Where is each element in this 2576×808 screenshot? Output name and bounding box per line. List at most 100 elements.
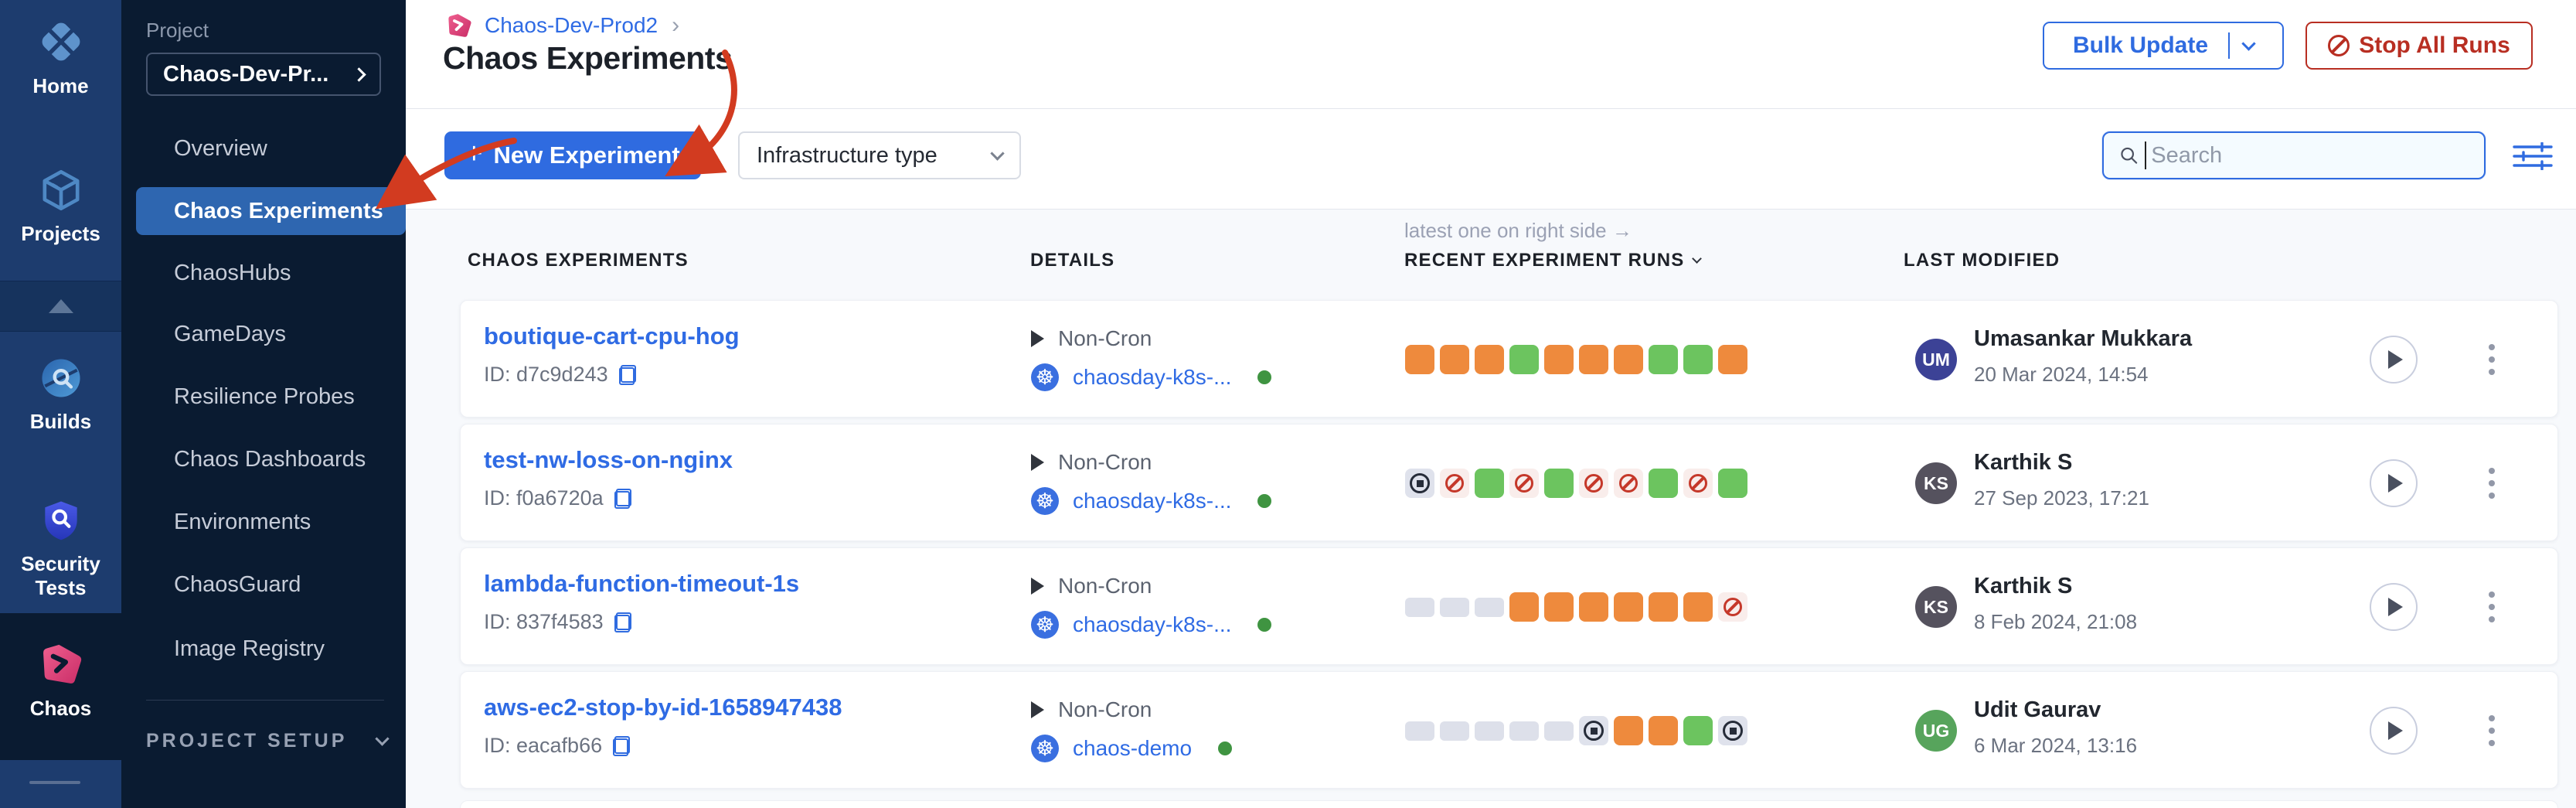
experiment-name-link[interactable]: aws-ec2-stop-by-id-1658947438 — [484, 694, 842, 721]
infrastructure-link[interactable]: chaos-demo — [1073, 736, 1192, 761]
run-status-stopped[interactable] — [1718, 716, 1747, 745]
run-status-failed[interactable] — [1718, 592, 1747, 622]
run-status-orange[interactable] — [1544, 345, 1574, 374]
avatar: KS — [1915, 462, 1957, 504]
sidebar-item-overview[interactable]: Overview — [174, 128, 390, 169]
project-selector[interactable]: Chaos-Dev-Pr... — [146, 53, 381, 96]
run-status-orange[interactable] — [1475, 345, 1504, 374]
run-experiment-button[interactable] — [2370, 336, 2418, 384]
project-setup-toggle[interactable]: PROJECT SETUP — [146, 730, 387, 752]
filter-icon[interactable] — [2513, 142, 2553, 170]
run-status-orange[interactable] — [1649, 716, 1678, 745]
run-status-empty[interactable] — [1475, 721, 1504, 741]
bulk-update-button[interactable]: Bulk Update — [2043, 22, 2284, 70]
search-box — [2102, 131, 2486, 179]
run-status-failed[interactable] — [1509, 469, 1539, 498]
ban-icon — [1724, 598, 1742, 616]
run-status-orange[interactable] — [1614, 592, 1643, 622]
breadcrumb-project-link[interactable]: Chaos-Dev-Prod2 — [485, 13, 658, 38]
sidebar-item-image-registry[interactable]: Image Registry — [174, 629, 390, 669]
infrastructure-link[interactable]: chaosday-k8s-... — [1073, 612, 1231, 637]
infrastructure-type-dropdown[interactable]: Infrastructure type — [738, 131, 1021, 179]
run-status-orange[interactable] — [1718, 345, 1747, 374]
run-status-empty[interactable] — [1475, 598, 1504, 617]
run-status-failed[interactable] — [1683, 469, 1713, 498]
sidebar-item-chaoshubs[interactable]: ChaosHubs — [174, 253, 390, 293]
rail-module-builds[interactable]: Builds — [0, 354, 121, 434]
run-status-green[interactable] — [1649, 345, 1678, 374]
run-status-orange[interactable] — [1649, 592, 1678, 622]
run-status-failed[interactable] — [1614, 469, 1643, 498]
stop-all-runs-button[interactable]: Stop All Runs — [2305, 22, 2533, 70]
run-status-empty[interactable] — [1544, 721, 1574, 741]
run-status-orange[interactable] — [1579, 345, 1608, 374]
column-header-recent-runs[interactable]: RECENT EXPERIMENT RUNS — [1404, 250, 1700, 271]
run-status-orange[interactable] — [1579, 592, 1608, 622]
rail-module-projects[interactable]: Projects — [0, 166, 121, 246]
new-experiment-button[interactable]: + New Experiment — [444, 131, 701, 179]
schedule-type: Non-Cron — [1058, 450, 1152, 475]
run-status-orange[interactable] — [1614, 345, 1643, 374]
avatar: KS — [1915, 586, 1957, 628]
run-status-green[interactable] — [1475, 469, 1504, 498]
row-menu-button[interactable] — [2476, 585, 2507, 629]
infrastructure-link[interactable]: chaosday-k8s-... — [1073, 489, 1231, 513]
rail-module-chaos[interactable]: Chaos — [0, 613, 121, 760]
projects-icon — [37, 166, 85, 214]
rail-divider — [29, 781, 80, 784]
copy-icon[interactable] — [619, 365, 636, 385]
run-status-failed[interactable] — [1440, 469, 1469, 498]
infra-status-dot — [1257, 494, 1271, 508]
avatar: UG — [1915, 710, 1957, 752]
row-menu-button[interactable] — [2476, 708, 2507, 753]
chevron-down-icon — [2241, 36, 2255, 50]
rail-label-projects: Projects — [0, 222, 121, 246]
sidebar-item-chaos-experiments[interactable]: Chaos Experiments — [174, 191, 390, 231]
run-status-stopped[interactable] — [1405, 469, 1434, 498]
row-menu-button[interactable] — [2476, 337, 2507, 382]
search-input[interactable] — [2151, 143, 2470, 169]
row-menu-button[interactable] — [2476, 461, 2507, 506]
rail-module-security-tests[interactable]: Security Tests — [0, 496, 121, 600]
run-experiment-button[interactable] — [2370, 583, 2418, 631]
chevron-right-icon — [352, 67, 366, 81]
copy-icon[interactable] — [614, 489, 631, 509]
sidebar-item-chaos-dashboards[interactable]: Chaos Dashboards — [174, 439, 390, 479]
sidebar-item-chaosguard[interactable]: ChaosGuard — [174, 564, 390, 605]
sidebar-item-environments[interactable]: Environments — [174, 502, 390, 542]
run-status-orange[interactable] — [1683, 592, 1713, 622]
run-status-green[interactable] — [1683, 345, 1713, 374]
copy-icon[interactable] — [614, 612, 631, 632]
run-status-empty[interactable] — [1440, 598, 1469, 617]
run-status-green[interactable] — [1544, 469, 1574, 498]
run-status-empty[interactable] — [1509, 721, 1539, 741]
rail-module-home[interactable]: Home — [0, 17, 121, 98]
run-status-orange[interactable] — [1614, 716, 1643, 745]
run-status-stopped[interactable] — [1579, 716, 1608, 745]
run-status-green[interactable] — [1649, 469, 1678, 498]
run-experiment-button[interactable] — [2370, 459, 2418, 507]
run-status-orange[interactable] — [1544, 592, 1574, 622]
page-title: Chaos Experiments — [443, 40, 732, 77]
project-setup-label: PROJECT SETUP — [146, 730, 377, 752]
run-status-green[interactable] — [1718, 469, 1747, 498]
run-experiment-button[interactable] — [2370, 707, 2418, 755]
run-status-failed[interactable] — [1579, 469, 1608, 498]
run-status-empty[interactable] — [1405, 721, 1434, 741]
sidebar-item-resilience-probes[interactable]: Resilience Probes — [174, 377, 390, 417]
experiment-name-link[interactable]: test-nw-loss-on-nginx — [484, 446, 733, 474]
experiment-name-link[interactable]: boutique-cart-cpu-hog — [484, 322, 740, 350]
sidebar-item-gamedays[interactable]: GameDays — [174, 314, 390, 354]
run-status-orange[interactable] — [1509, 592, 1539, 622]
run-status-green[interactable] — [1509, 345, 1539, 374]
run-status-orange[interactable] — [1405, 345, 1434, 374]
run-status-orange[interactable] — [1440, 345, 1469, 374]
infrastructure-link[interactable]: chaosday-k8s-... — [1073, 365, 1231, 390]
run-status-empty[interactable] — [1440, 721, 1469, 741]
run-status-green[interactable] — [1683, 716, 1713, 745]
runs-order-note: latest one on right side → — [1404, 219, 1632, 243]
copy-icon[interactable] — [613, 736, 630, 756]
experiment-name-link[interactable]: lambda-function-timeout-1s — [484, 570, 799, 598]
rail-collapse-band[interactable] — [0, 281, 121, 332]
run-status-empty[interactable] — [1405, 598, 1434, 617]
